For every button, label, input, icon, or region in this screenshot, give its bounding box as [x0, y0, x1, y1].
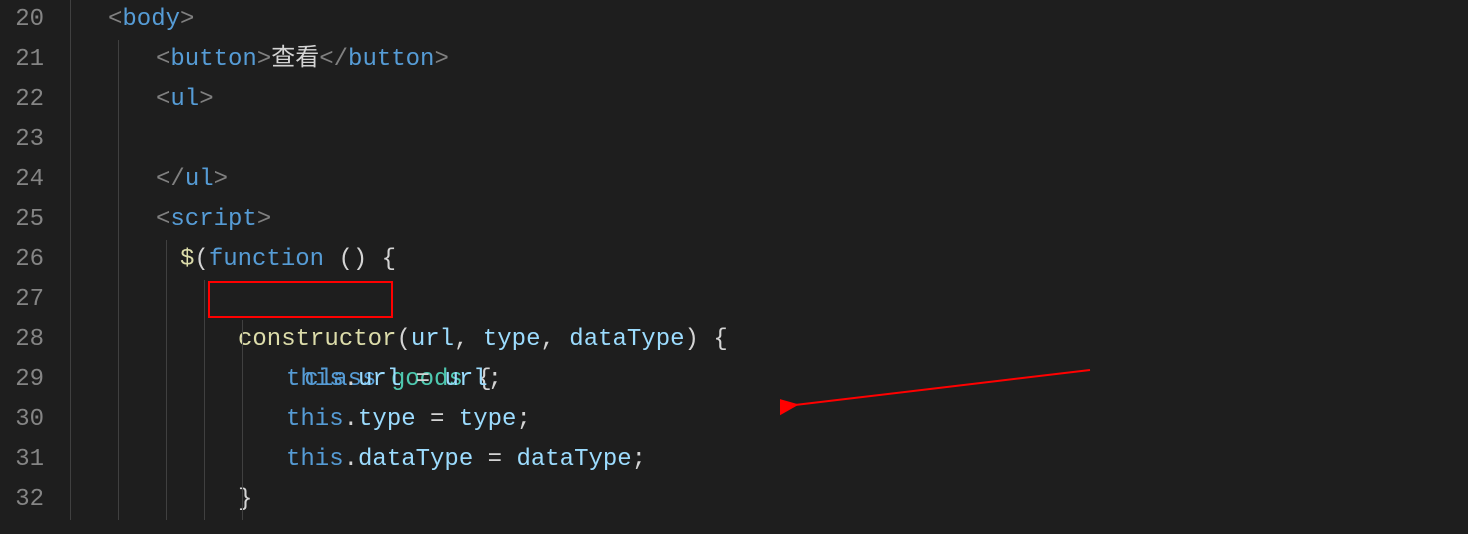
code-editor[interactable]: 20 21 22 23 24 25 26 27 28 29 30 31 32 <… [0, 0, 1468, 534]
line-number: 29 [0, 360, 44, 400]
code-line[interactable]: this.type = type; [70, 400, 1468, 440]
code-line[interactable]: this.dataType = dataType; [70, 440, 1468, 480]
line-number: 26 [0, 240, 44, 280]
code-content[interactable]: <body> <button>查看</button> <ul> </ul> <s… [70, 0, 1468, 534]
annotation-highlight-box [208, 281, 393, 318]
code-line[interactable]: class goods { [70, 280, 1468, 320]
line-number: 32 [0, 480, 44, 520]
code-line[interactable]: <ul> [70, 80, 1468, 120]
code-line[interactable]: $(function () { [70, 240, 1468, 280]
code-line[interactable]: <script> [70, 200, 1468, 240]
code-line[interactable]: this.url = url; [70, 360, 1468, 400]
line-number: 24 [0, 160, 44, 200]
line-number: 25 [0, 200, 44, 240]
code-line[interactable]: constructor(url, type, dataType) { [70, 320, 1468, 360]
line-number: 27 [0, 280, 44, 320]
line-number: 31 [0, 440, 44, 480]
code-line[interactable]: </ul> [70, 160, 1468, 200]
line-number: 23 [0, 120, 44, 160]
code-line[interactable] [70, 120, 1468, 160]
line-number: 22 [0, 80, 44, 120]
code-line[interactable]: } [70, 480, 1468, 520]
code-line[interactable]: <body> [70, 0, 1468, 40]
line-number: 28 [0, 320, 44, 360]
line-number: 30 [0, 400, 44, 440]
line-number: 21 [0, 40, 44, 80]
line-number: 20 [0, 0, 44, 40]
code-line[interactable]: <button>查看</button> [70, 40, 1468, 80]
line-number-gutter: 20 21 22 23 24 25 26 27 28 29 30 31 32 [0, 0, 70, 534]
